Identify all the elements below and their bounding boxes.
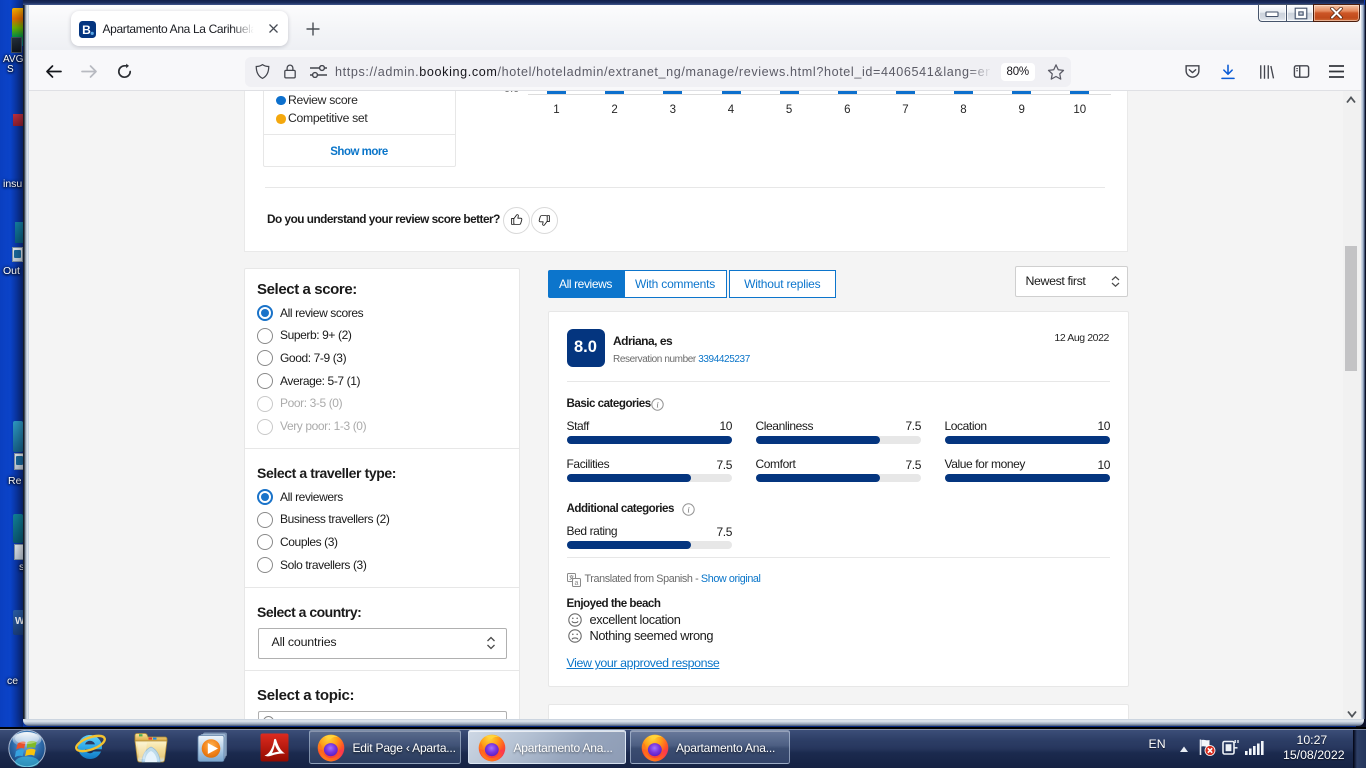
svg-text:a: a: [574, 580, 578, 587]
svg-text:i: i: [687, 504, 690, 514]
svg-text:B: B: [82, 22, 91, 36]
svg-text:i: i: [656, 399, 659, 409]
